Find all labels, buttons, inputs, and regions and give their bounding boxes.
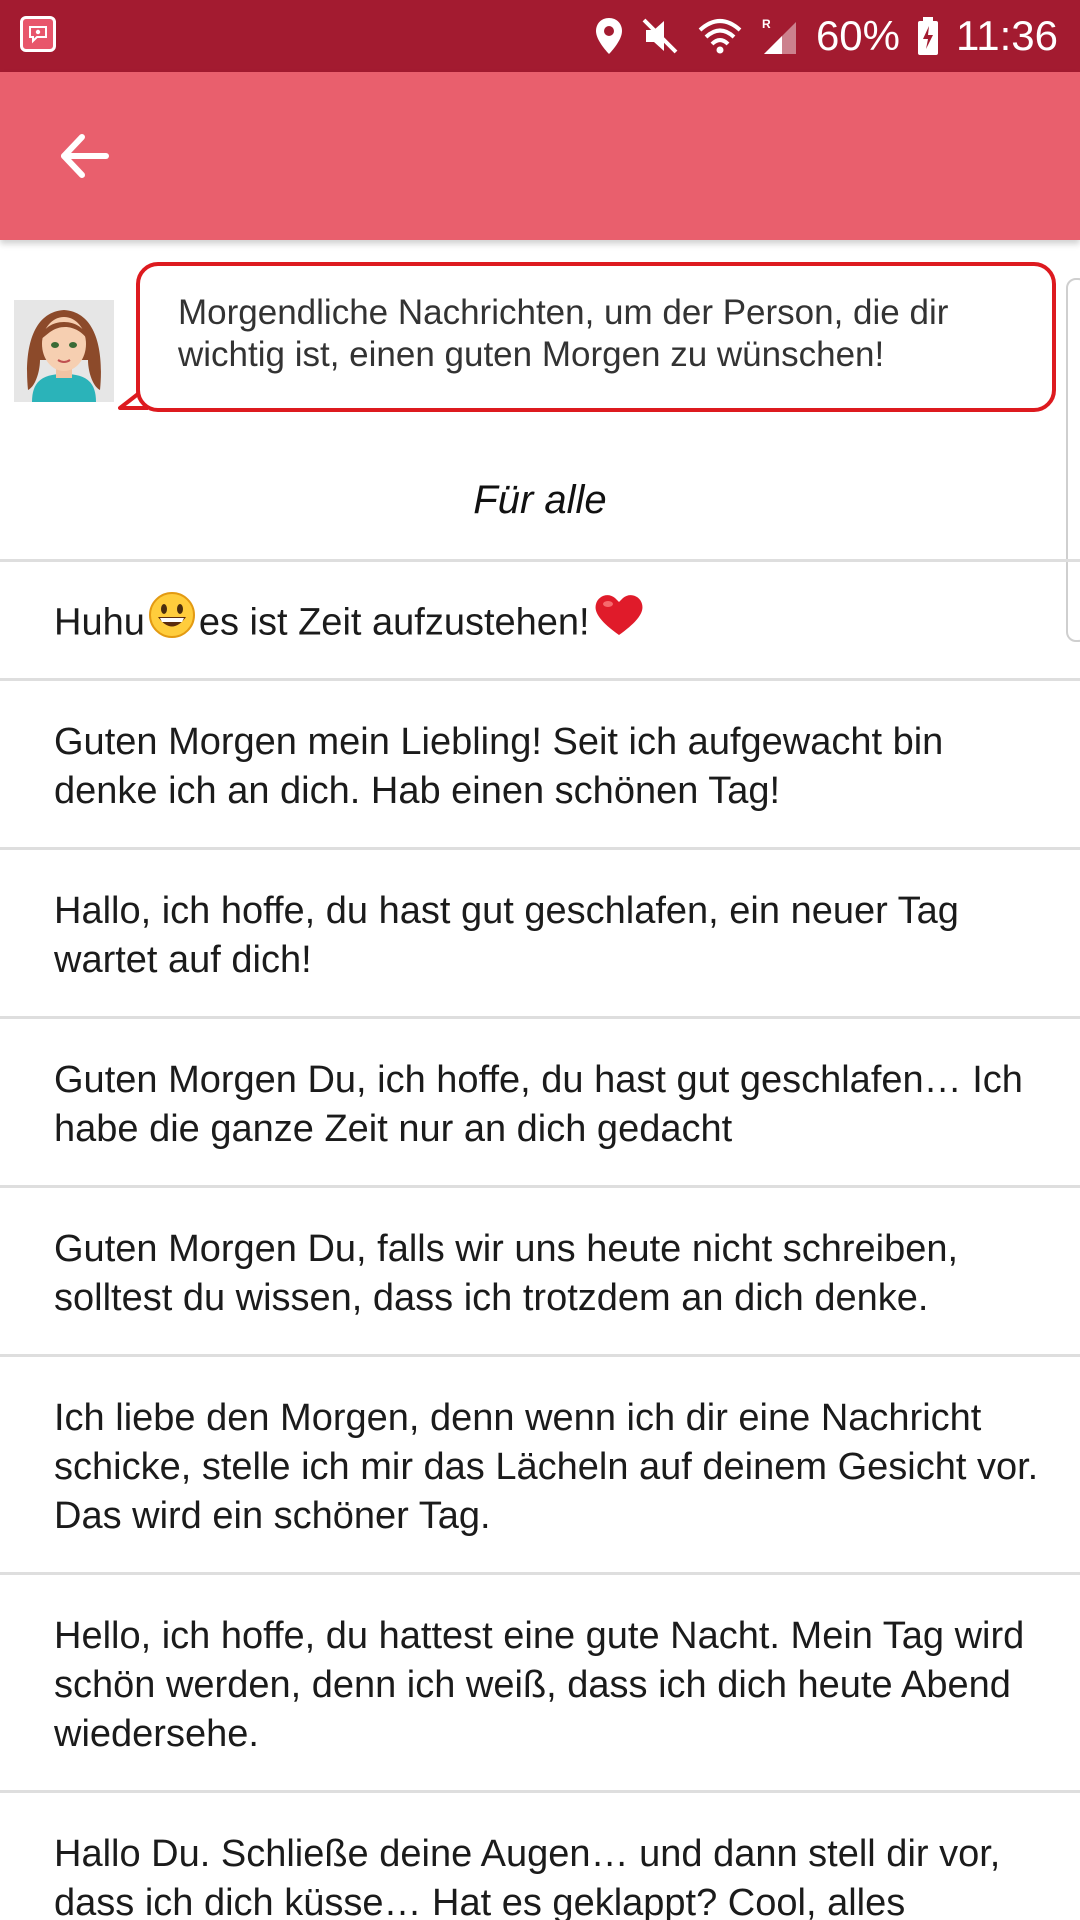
- app-bar: [0, 72, 1080, 240]
- battery-percent: 60%: [815, 12, 900, 59]
- back-button[interactable]: [44, 116, 124, 196]
- intro-bubble: Morgendliche Nachrichten, um der Person,…: [136, 262, 1056, 412]
- divider: [0, 1016, 1080, 1019]
- message-text: Huhu: [54, 601, 145, 644]
- scroll-handle[interactable]: [1066, 278, 1080, 642]
- list-item[interactable]: Guten Morgen Du, falls wir uns heute nic…: [54, 1225, 1044, 1323]
- divider: [0, 847, 1080, 850]
- divider: [0, 678, 1080, 681]
- mute-icon: [640, 16, 680, 56]
- signal-icon: R: [760, 16, 800, 56]
- list-item[interactable]: Guten Morgen mein Liebling! Seit ich auf…: [54, 718, 1044, 816]
- message-app-icon: [20, 16, 56, 52]
- list-item[interactable]: Guten Morgen Du, ich hoffe, du hast gut …: [54, 1056, 1044, 1154]
- red-heart-emoji-icon: [594, 593, 644, 650]
- list-item[interactable]: Hello, ich hoffe, du hattest eine gute N…: [54, 1612, 1044, 1759]
- intro-text: Morgendliche Nachrichten, um der Person,…: [178, 293, 949, 374]
- divider: [0, 1354, 1080, 1357]
- battery-icon: [916, 16, 940, 56]
- divider: [0, 559, 1080, 562]
- screen: R 60% 11:36 Morgendliche Nachrichten, um…: [0, 0, 1080, 1920]
- divider: [0, 1185, 1080, 1188]
- wifi-icon: [696, 16, 744, 56]
- svg-text:R: R: [762, 17, 771, 31]
- status-bar: R 60% 11:36: [0, 0, 1080, 72]
- clock: 11:36: [956, 12, 1058, 59]
- grinning-face-emoji-icon: [148, 592, 195, 651]
- divider: [0, 1790, 1080, 1793]
- status-icons: R 60% 11:36: [594, 0, 1058, 72]
- section-title: Für alle: [473, 478, 607, 522]
- location-icon: [594, 16, 624, 56]
- arrow-left-icon: [61, 134, 109, 178]
- list-item[interactable]: Hallo Du. Schließe deine Augen… und dann…: [54, 1830, 1044, 1920]
- list-item[interactable]: Ich liebe den Morgen, denn wenn ich dir …: [54, 1394, 1044, 1541]
- avatar: [14, 300, 114, 402]
- list-item[interactable]: Hallo, ich hoffe, du hast gut geschlafen…: [54, 887, 1044, 985]
- intro-section: Morgendliche Nachrichten, um der Person,…: [0, 240, 1080, 440]
- divider: [0, 1572, 1080, 1575]
- list-item[interactable]: Huhu es ist Zeit aufzustehen!: [54, 592, 1044, 651]
- message-text: es ist Zeit aufzustehen!: [198, 601, 590, 644]
